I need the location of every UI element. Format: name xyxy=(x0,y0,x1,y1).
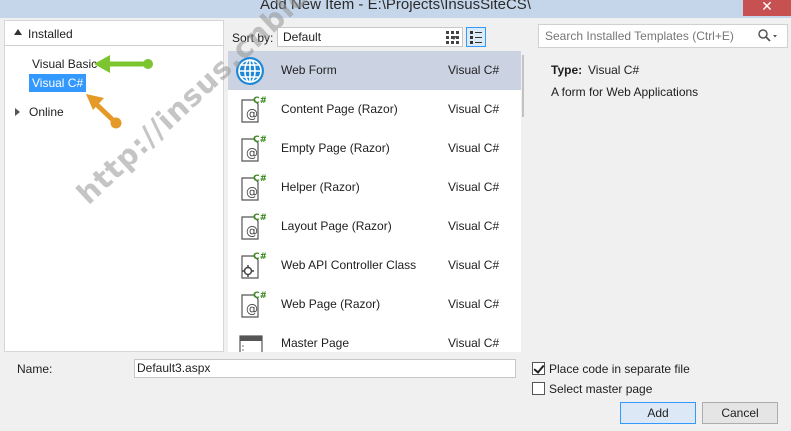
template-name: Web Form xyxy=(281,63,337,77)
tree-item-visual-basic[interactable]: Visual Basic xyxy=(29,55,100,73)
template-search-input[interactable]: Search Installed Templates (Ctrl+E) xyxy=(538,24,788,48)
list-view-icon xyxy=(470,31,482,44)
template-language: Visual C# xyxy=(448,219,500,233)
template-list: Web Form Visual C# @ C# Content Page (Ra… xyxy=(228,51,524,352)
template-name: Layout Page (Razor) xyxy=(281,219,392,233)
template-description: A form for Web Applications xyxy=(551,85,699,99)
razor-page-icon: @ C# xyxy=(241,291,266,318)
template-language: Visual C# xyxy=(448,297,500,311)
installed-label: Installed xyxy=(28,27,73,41)
template-details: Type: Visual C# A form for Web Applicati… xyxy=(540,51,790,352)
master-page-checkbox[interactable] xyxy=(532,382,545,395)
template-language: Visual C# xyxy=(448,336,500,350)
place-code-label[interactable]: Place code in separate file xyxy=(549,362,690,376)
svg-text:C#: C# xyxy=(253,252,266,262)
template-name: Web Page (Razor) xyxy=(281,297,381,311)
template-language: Visual C# xyxy=(448,63,500,77)
type-value: Visual C# xyxy=(588,63,640,77)
template-item-empty-page-razor[interactable]: @ C# Empty Page (Razor) Visual C# xyxy=(228,129,521,168)
svg-text:C#: C# xyxy=(253,135,266,145)
template-name: Content Page (Razor) xyxy=(281,102,398,116)
master-page-label[interactable]: Select master page xyxy=(549,382,652,396)
title-bar: Add New Item - E:\Projects\InsusSiteCS\ … xyxy=(0,0,791,18)
search-icon[interactable] xyxy=(757,28,779,44)
installed-header[interactable]: Installed xyxy=(5,21,223,46)
tree-item-online[interactable]: Online xyxy=(26,103,67,121)
list-view-button[interactable] xyxy=(466,27,486,47)
add-button[interactable]: Add xyxy=(620,402,696,424)
template-item-layout-page-razor[interactable]: @ C# Layout Page (Razor) Visual C# xyxy=(228,207,521,246)
window-title: Add New Item - E:\Projects\InsusSiteCS\ xyxy=(260,0,531,13)
template-name: Master Page xyxy=(281,336,350,350)
toolbar: Sort by: Default Search Installed Templa… xyxy=(228,24,790,50)
search-placeholder: Search Installed Templates (Ctrl+E) xyxy=(545,29,734,43)
controller-class-icon: C# xyxy=(241,252,266,279)
scrollbar-thumb[interactable] xyxy=(522,55,524,117)
name-field[interactable]: Default3.aspx xyxy=(134,359,516,378)
template-list-scrollbar[interactable] xyxy=(521,51,524,352)
template-language: Visual C# xyxy=(448,258,500,272)
template-item-helper-razor[interactable]: @ C# Helper (Razor) Visual C# xyxy=(228,168,521,207)
template-name: Empty Page (Razor) xyxy=(281,141,390,155)
template-language: Visual C# xyxy=(448,180,500,194)
svg-text:C#: C# xyxy=(253,291,266,301)
template-item-master-page[interactable]: Master Page Visual C# xyxy=(228,324,521,352)
svg-text:@: @ xyxy=(246,146,258,160)
svg-text:@: @ xyxy=(246,302,258,316)
collapse-arrow-icon[interactable] xyxy=(14,29,22,35)
svg-text:@: @ xyxy=(246,185,258,199)
template-item-content-page-razor[interactable]: @ C# Content Page (Razor) Visual C# xyxy=(228,90,521,129)
template-language: Visual C# xyxy=(448,141,500,155)
template-name: Helper (Razor) xyxy=(281,180,360,194)
razor-page-icon: @ C# xyxy=(241,135,266,162)
cancel-button[interactable]: Cancel xyxy=(702,402,778,424)
template-item-web-form[interactable]: Web Form Visual C# xyxy=(228,51,521,90)
razor-page-icon: @ C# xyxy=(241,213,266,240)
svg-text:C#: C# xyxy=(253,174,266,184)
place-code-checkbox[interactable] xyxy=(532,362,545,375)
svg-text:C#: C# xyxy=(253,213,266,223)
name-label: Name: xyxy=(17,362,53,376)
bottom-panel: Name: Default3.aspx Place code in separa… xyxy=(0,354,791,431)
grid-view-icon xyxy=(446,31,459,44)
sort-value: Default xyxy=(283,30,322,44)
template-language: Visual C# xyxy=(448,102,500,116)
template-name: Web API Controller Class xyxy=(281,258,417,272)
template-item-web-api-controller-class[interactable]: C# Web API Controller Class Visual C# xyxy=(228,246,521,285)
svg-text:@: @ xyxy=(246,107,258,121)
close-button[interactable]: ✕ xyxy=(743,0,791,16)
razor-page-icon: @ C# xyxy=(241,174,266,201)
svg-text:C#: C# xyxy=(253,96,266,106)
sort-dropdown[interactable]: Default xyxy=(277,27,463,47)
small-icons-view-button[interactable] xyxy=(442,27,462,47)
svg-text:@: @ xyxy=(246,224,258,238)
tree-item-visual-csharp[interactable]: Visual C# xyxy=(29,74,87,92)
expand-arrow-icon[interactable] xyxy=(15,108,20,116)
type-label: Type: xyxy=(551,63,583,77)
master-page-icon xyxy=(239,335,263,352)
template-item-web-page-razor[interactable]: @ C# Web Page (Razor) Visual C# xyxy=(228,285,521,324)
razor-page-icon: @ C# xyxy=(241,96,266,123)
